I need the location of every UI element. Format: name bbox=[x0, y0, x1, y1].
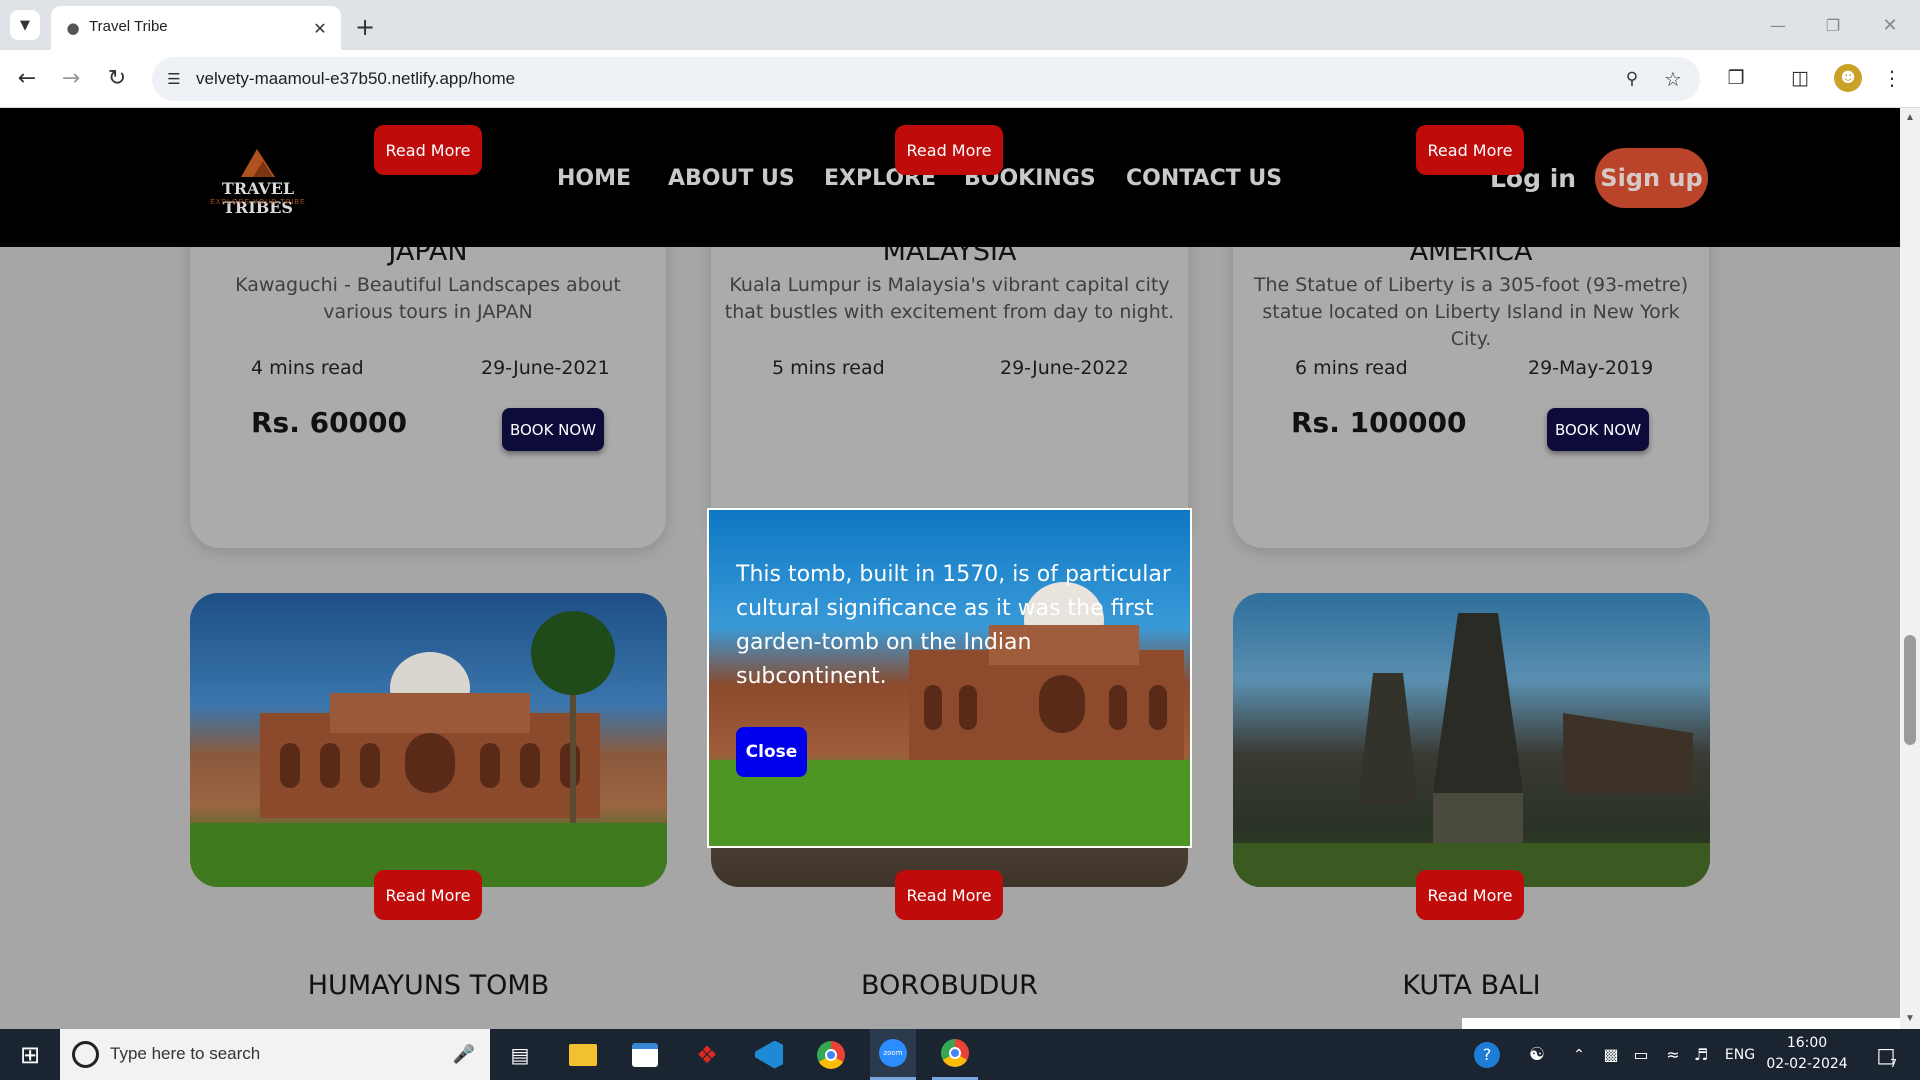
omnibox[interactable]: ☰ velvety-maamoul-e37b50.netlify.app/hom… bbox=[152, 57, 1700, 101]
microphone-icon[interactable]: 🎤 bbox=[452, 1041, 476, 1068]
search-placeholder: Type here to search bbox=[110, 1044, 261, 1063]
page-scrollbar[interactable]: ▲ ▼ bbox=[1900, 108, 1920, 1029]
modal-text: This tomb, built in 1570, is of particul… bbox=[736, 562, 1171, 689]
notification-center-icon[interactable]: □ 7 bbox=[1866, 1029, 1906, 1080]
nav-home[interactable]: HOME bbox=[557, 166, 631, 191]
reload-icon[interactable]: ↻ bbox=[102, 63, 132, 93]
read-time: 5 mins read bbox=[772, 357, 885, 379]
tab-search-icon[interactable]: ▼ bbox=[10, 10, 40, 40]
zoom-icon-taskbar[interactable]: zoom bbox=[870, 1029, 916, 1080]
cortana-circle-icon bbox=[72, 1041, 99, 1068]
nav-about-us[interactable]: ABOUT US bbox=[668, 166, 795, 191]
price: Rs. 60000 bbox=[251, 406, 408, 439]
read-more-button[interactable]: Read More bbox=[895, 870, 1003, 920]
restore-icon[interactable]: ❐ bbox=[1815, 10, 1851, 40]
clock[interactable]: 16:00 02-02-2024 bbox=[1764, 1033, 1850, 1077]
close-tab-icon[interactable]: ✕ bbox=[308, 16, 332, 40]
info-modal: This tomb, built in 1570, is of particul… bbox=[707, 508, 1192, 848]
battery-icon[interactable]: ▭ bbox=[1628, 1029, 1654, 1080]
scroll-up-arrow[interactable]: ▲ bbox=[1904, 112, 1916, 124]
site-navbar: TRAVEL TRIBES EXPLORE YOUR TRIBE HOME AB… bbox=[0, 108, 1900, 247]
read-time: 6 mins read bbox=[1295, 357, 1408, 379]
price: Rs. 100000 bbox=[1291, 406, 1467, 439]
side-panel-icon[interactable]: ◫ bbox=[1786, 64, 1814, 92]
clock-date: 02-02-2024 bbox=[1766, 1056, 1848, 1072]
humayuns-tomb-image bbox=[190, 593, 667, 887]
date: 29-June-2021 bbox=[481, 357, 610, 379]
windows-taskbar: ⊞ Type here to search 🎤 ▤ ❖ zoom ? ☯ ⌃ ▩… bbox=[0, 1029, 1920, 1080]
bookmark-star-icon[interactable]: ☆ bbox=[1660, 66, 1686, 92]
window-close-icon[interactable]: ✕ bbox=[1872, 10, 1908, 40]
notification-count: 7 bbox=[1890, 1057, 1897, 1070]
windows-start-icon[interactable]: ⊞ bbox=[0, 1029, 60, 1080]
browser-tab[interactable]: ● Travel Tribe ✕ bbox=[51, 6, 341, 50]
forward-icon[interactable]: → bbox=[56, 63, 86, 93]
nav-contact-us[interactable]: CONTACT US bbox=[1126, 166, 1282, 191]
new-tab-icon[interactable]: + bbox=[350, 12, 380, 42]
help-icon[interactable]: ? bbox=[1470, 1029, 1504, 1080]
scroll-thumb[interactable] bbox=[1904, 635, 1916, 745]
temple-illustration bbox=[1233, 613, 1710, 887]
address-bar-row: ← → ↻ ☰ velvety-maamoul-e37b50.netlify.a… bbox=[0, 50, 1920, 108]
date: 29-June-2022 bbox=[1000, 357, 1129, 379]
card-description: Kawaguchi - Beautiful Landscapes about v… bbox=[235, 274, 621, 323]
file-explorer-icon[interactable] bbox=[560, 1029, 606, 1080]
clock-time: 16:00 bbox=[1786, 1035, 1828, 1051]
page-viewport: JAPAN Kawaguchi - Beautiful Landscapes a… bbox=[0, 108, 1900, 1029]
vscode-icon[interactable] bbox=[746, 1029, 792, 1080]
tab-title: Travel Tribe bbox=[89, 18, 168, 35]
read-more-button[interactable]: Read More bbox=[1416, 870, 1524, 920]
logo[interactable]: TRAVEL TRIBES EXPLORE YOUR TRIBE bbox=[193, 143, 323, 217]
kuta-bali-image bbox=[1233, 593, 1710, 887]
card-description: Kuala Lumpur is Malaysia's vibrant capit… bbox=[724, 274, 1175, 323]
scroll-down-arrow[interactable]: ▼ bbox=[1904, 1013, 1916, 1025]
globe-icon: ● bbox=[66, 19, 80, 37]
tomb-illustration bbox=[190, 611, 667, 887]
chrome-icon[interactable] bbox=[808, 1029, 854, 1080]
card-description: The Statue of Liberty is a 305-foot (93-… bbox=[1253, 274, 1689, 350]
app-icon-red[interactable]: ❖ bbox=[684, 1029, 730, 1080]
logo-tagline: EXPLORE YOUR TRIBE bbox=[210, 199, 306, 206]
logo-title: TRAVEL TRIBES bbox=[221, 179, 295, 217]
zoom-icon[interactable]: ⚲ bbox=[1620, 67, 1644, 91]
place-name: HUMAYUNS TOMB bbox=[307, 970, 550, 1001]
task-view-icon[interactable]: ▤ bbox=[500, 1029, 540, 1080]
book-now-button[interactable]: BOOK NOW bbox=[502, 408, 604, 451]
place-name: KUTA BALI bbox=[1402, 970, 1541, 1001]
show-hidden-icons[interactable]: ⌃ bbox=[1568, 1029, 1590, 1080]
back-icon[interactable]: ← bbox=[12, 63, 42, 93]
close-button[interactable]: Close bbox=[736, 727, 807, 777]
place-name: BOROBUDUR bbox=[861, 970, 1038, 1001]
extensions-icon[interactable]: ❒ bbox=[1722, 64, 1750, 92]
wifi-icon[interactable]: ≈ bbox=[1660, 1029, 1686, 1080]
toast-edge bbox=[1462, 1018, 1900, 1029]
microsoft-store-icon[interactable] bbox=[622, 1029, 668, 1080]
read-more-button[interactable]: Read More bbox=[895, 125, 1003, 175]
people-icon[interactable]: ☯ bbox=[1522, 1029, 1552, 1080]
minimize-icon[interactable]: — bbox=[1760, 10, 1796, 40]
read-time: 4 mins read bbox=[251, 357, 364, 379]
site-info-icon[interactable]: ☰ bbox=[162, 67, 186, 91]
browser-tab-bar: ▼ ● Travel Tribe ✕ + — ❐ ✕ bbox=[0, 0, 1920, 50]
volume-icon[interactable]: ♬ bbox=[1688, 1029, 1714, 1080]
menu-dots-icon[interactable]: ⋮ bbox=[1880, 64, 1904, 92]
language-indicator[interactable]: ENG bbox=[1720, 1029, 1760, 1080]
date: 29-May-2019 bbox=[1528, 357, 1654, 379]
read-more-button[interactable]: Read More bbox=[374, 870, 482, 920]
profile-avatar[interactable]: ☻ bbox=[1834, 64, 1862, 92]
security-icon[interactable]: ▩ bbox=[1598, 1029, 1624, 1080]
signup-button[interactable]: Sign up bbox=[1595, 148, 1708, 208]
url-text[interactable]: velvety-maamoul-e37b50.netlify.app/home bbox=[196, 69, 515, 89]
chrome-active-icon[interactable] bbox=[932, 1029, 978, 1080]
logo-mountain-icon bbox=[241, 149, 275, 177]
read-more-button[interactable]: Read More bbox=[374, 125, 482, 175]
book-now-button[interactable]: BOOK NOW bbox=[1547, 408, 1649, 451]
read-more-button[interactable]: Read More bbox=[1416, 125, 1524, 175]
taskbar-search-box[interactable]: Type here to search 🎤 bbox=[60, 1029, 490, 1080]
